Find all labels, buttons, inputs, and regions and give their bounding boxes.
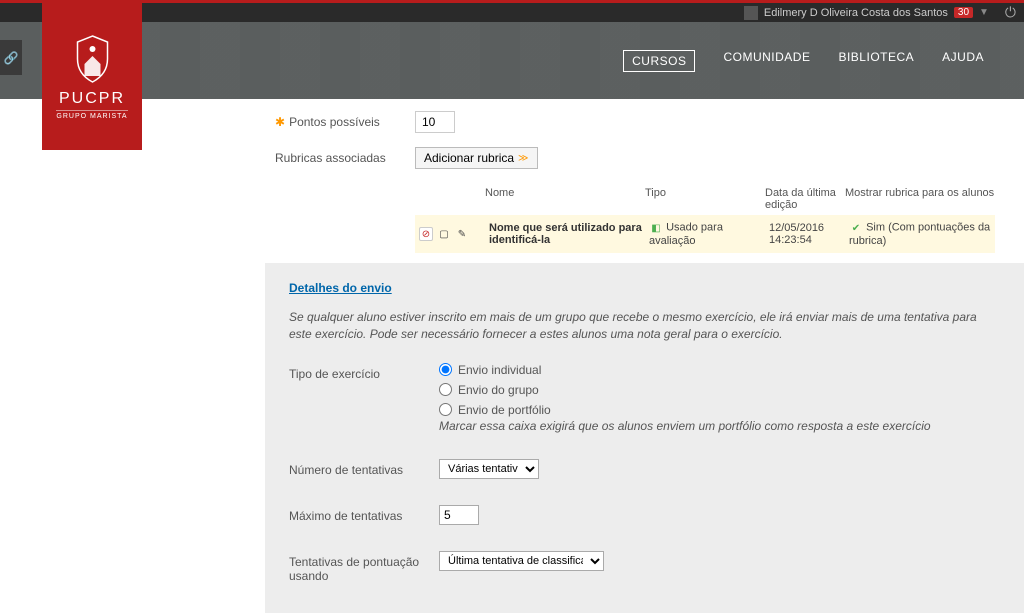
scoring-label: Tentativas de pontuação usando (289, 551, 439, 583)
attempts-label: Número de tentativas (289, 459, 439, 477)
nav-biblioteca[interactable]: BIBLIOTECA (838, 50, 914, 72)
col-header-show: Mostrar rubrica para os alunos (845, 187, 995, 211)
top-bar: Edilmery D Oliveira Costa dos Santos 30 … (0, 0, 1024, 22)
sidebar-logo[interactable]: PUCPR GRUPO MARISTA (42, 3, 142, 150)
add-rubric-button[interactable]: Adicionar rubrica≫ (415, 147, 538, 169)
col-header-date: Data da última edição (765, 187, 845, 211)
radio-individual-input[interactable] (439, 363, 452, 376)
points-input[interactable] (415, 111, 455, 133)
points-label: ✱Pontos possíveis (275, 111, 415, 129)
rubrics-row: Rubricas associadas Adicionar rubrica≫ (275, 147, 999, 169)
rubric-header: Nome Tipo Data da última edição Mostrar … (415, 183, 995, 215)
type-label: Tipo de exercício (289, 363, 439, 381)
rubric-show: ✔ Sim (Com pontuações da rubrica) (849, 221, 991, 247)
chevron-down-icon: ▼ (979, 7, 989, 18)
radio-individual[interactable]: Envio individual (439, 363, 931, 377)
delete-icon[interactable]: ⊘ (419, 227, 433, 241)
attempts-select[interactable]: Várias tentativas (439, 459, 539, 479)
brand-sub: GRUPO MARISTA (56, 110, 127, 120)
section-description: Se qualquer aluno estiver inscrito em ma… (289, 309, 1000, 343)
max-attempts-input[interactable] (439, 505, 479, 525)
view-icon[interactable]: ▢ (437, 227, 451, 241)
rubric-table: Nome Tipo Data da última edição Mostrar … (415, 183, 995, 253)
header: CURSOS COMUNIDADE BIBLIOTECA AJUDA (0, 22, 1024, 99)
edit-icon[interactable]: ✎ (455, 227, 469, 241)
collapse-tab[interactable]: 🔗 (0, 40, 22, 75)
col-header-name: Nome (485, 187, 645, 211)
max-attempts-row: Máximo de tentativas (289, 505, 1000, 525)
nav-ajuda[interactable]: AJUDA (942, 50, 984, 72)
submission-details-section: Detalhes do envio Se qualquer aluno esti… (265, 263, 1024, 613)
portfolio-note: Marcar essa caixa exigirá que os alunos … (439, 419, 931, 433)
shield-icon (70, 34, 115, 84)
brand-name: PUCPR (59, 90, 125, 108)
scoring-row: Tentativas de pontuação usando Última te… (289, 551, 1000, 583)
rubric-name: Nome que será utilizado para identificá-… (489, 222, 649, 246)
section-title[interactable]: Detalhes do envio (289, 281, 1000, 295)
type-icon: ◧ (649, 221, 663, 235)
type-radio-group: Envio individual Envio do grupo Envio de… (439, 363, 931, 417)
avatar-icon (744, 6, 758, 20)
power-icon[interactable]: ⏻ (1005, 4, 1016, 21)
radio-portfolio[interactable]: Envio de portfólio (439, 403, 931, 417)
link-icon: 🔗 (4, 51, 19, 65)
max-label: Máximo de tentativas (289, 505, 439, 523)
rubric-date: 12/05/2016 14:23:54 (769, 222, 849, 246)
user-menu[interactable]: Edilmery D Oliveira Costa dos Santos 30 … (744, 4, 1016, 21)
radio-portfolio-input[interactable] (439, 403, 452, 416)
rubric-type: ◧ Usado para avaliação (649, 221, 769, 247)
rubric-row: ⊘ ▢ ✎ Nome que será utilizado para ident… (415, 215, 995, 253)
radio-group[interactable]: Envio do grupo (439, 383, 931, 397)
radio-group-input[interactable] (439, 383, 452, 396)
type-row: Tipo de exercício Envio individual Envio… (289, 363, 1000, 433)
attempts-row: Número de tentativas Várias tentativas (289, 459, 1000, 479)
scoring-select[interactable]: Última tentativa de classificação (439, 551, 604, 571)
notification-badge: 30 (954, 7, 973, 18)
required-star-icon: ✱ (275, 115, 285, 129)
check-icon: ✔ (849, 221, 863, 235)
content-area: ✱Pontos possíveis Rubricas associadas Ad… (0, 99, 1024, 613)
main-nav: CURSOS COMUNIDADE BIBLIOTECA AJUDA (623, 50, 984, 72)
nav-comunidade[interactable]: COMUNIDADE (723, 50, 810, 72)
points-row: ✱Pontos possíveis (275, 111, 999, 133)
nav-cursos[interactable]: CURSOS (623, 50, 695, 72)
col-header-type: Tipo (645, 187, 765, 211)
username: Edilmery D Oliveira Costa dos Santos (764, 7, 948, 19)
rubrics-label: Rubricas associadas (275, 147, 415, 165)
chevron-down-icon: ≫ (518, 153, 528, 164)
